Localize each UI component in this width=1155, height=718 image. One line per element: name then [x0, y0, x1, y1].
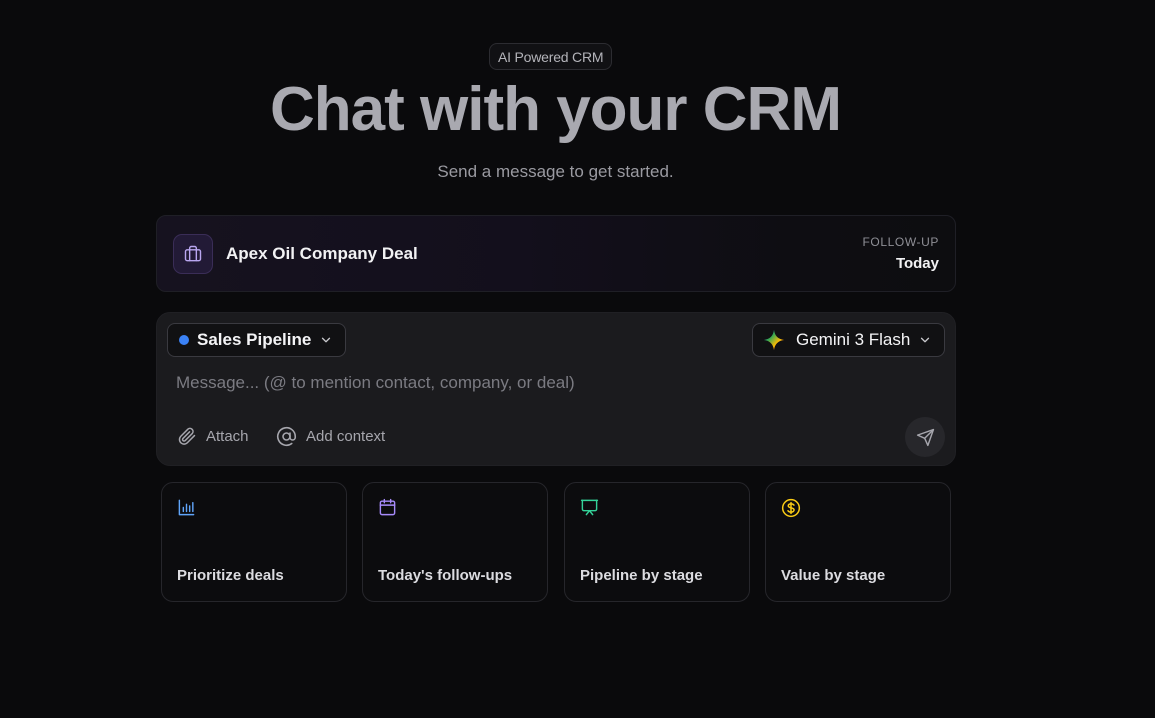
suggestion-label: Today's follow-ups — [378, 567, 513, 584]
ai-powered-badge: AI Powered CRM — [489, 43, 613, 70]
deal-card[interactable]: Apex Oil Company Deal FOLLOW-UP Today — [156, 215, 956, 292]
presentation-icon — [580, 498, 599, 517]
deal-name: Apex Oil Company Deal — [226, 243, 418, 263]
gemini-sparkle-icon — [763, 329, 785, 351]
chevron-down-icon — [319, 333, 333, 347]
suggestion-label: Value by stage — [781, 567, 886, 584]
add-context-label: Add context — [306, 428, 386, 445]
suggestion-label: Prioritize deals — [177, 567, 284, 584]
page-title: Chat with your CRM — [270, 75, 842, 144]
followup-label: FOLLOW-UP — [862, 235, 939, 249]
pipeline-status-dot — [179, 335, 189, 345]
calendar-icon — [378, 498, 397, 517]
attach-label: Attach — [206, 427, 249, 445]
attach-button[interactable]: Attach — [177, 426, 249, 446]
suggestion-label: Pipeline by stage — [580, 567, 703, 584]
followup-info: FOLLOW-UP Today — [862, 235, 939, 272]
followup-value: Today — [895, 255, 939, 272]
pipeline-select-label: Sales Pipeline — [197, 330, 312, 349]
crm-chat-page: AI Powered CRM Chat with your CRM Send a… — [0, 0, 1155, 718]
message-input[interactable] — [176, 371, 916, 395]
send-button[interactable] — [905, 417, 945, 457]
briefcase-icon — [173, 233, 213, 274]
chevron-down-icon — [918, 333, 932, 347]
model-select-label: Gemini 3 Flash — [796, 330, 911, 349]
model-select[interactable]: Gemini 3 Flash — [752, 323, 945, 357]
suggestion-prioritize-deals[interactable]: Prioritize deals — [161, 482, 347, 602]
suggestion-todays-follow-ups[interactable]: Today's follow-ups — [362, 482, 548, 602]
paperclip-icon — [178, 427, 196, 445]
add-context-button[interactable]: Add context — [276, 426, 385, 447]
suggestion-value-by-stage[interactable]: Value by stage — [765, 482, 951, 602]
suggestion-pipeline-by-stage[interactable]: Pipeline by stage — [564, 482, 750, 602]
dollar-coin-icon — [781, 498, 801, 518]
pipeline-select[interactable]: Sales Pipeline — [167, 323, 346, 357]
send-icon — [916, 428, 934, 446]
bar-chart-icon — [177, 498, 196, 517]
at-sign-icon — [276, 426, 297, 446]
page-subtitle: Send a message to get started. — [437, 162, 674, 181]
message-composer: Sales Pipeline Gemini 3 Flash Message...… — [156, 312, 956, 466]
